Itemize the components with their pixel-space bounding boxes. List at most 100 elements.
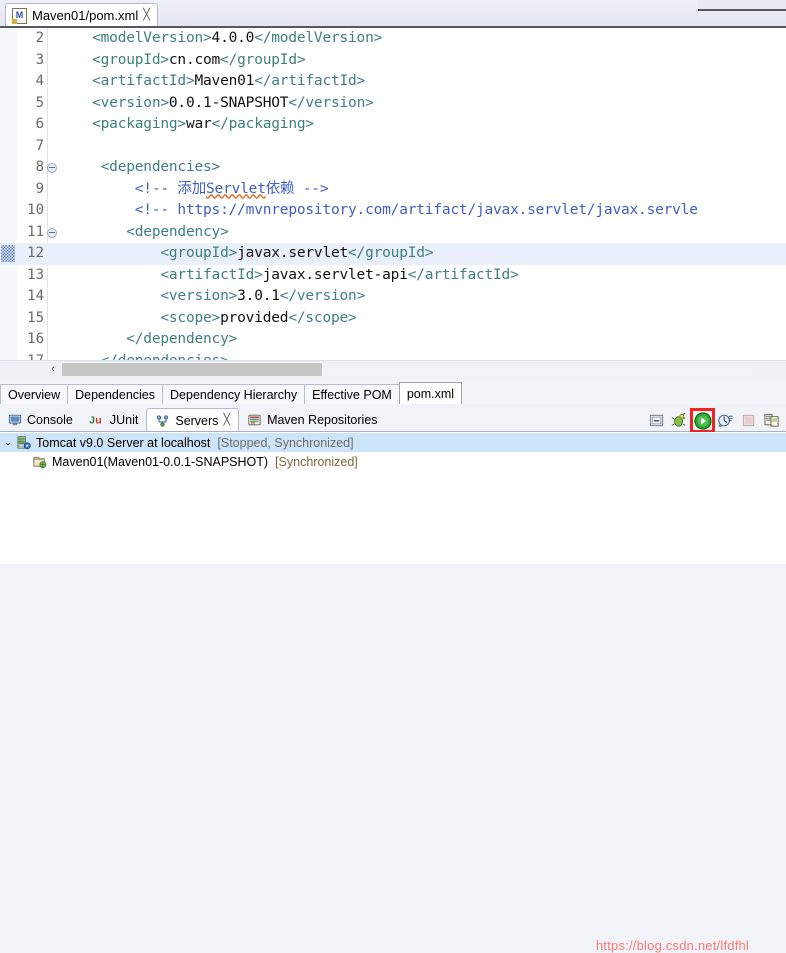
profile-icon[interactable] xyxy=(717,412,734,429)
editor-tab-pom-xml[interactable]: M Maven01/pom.xml ╳ xyxy=(5,3,158,27)
code-line[interactable]: 16 </dependency> xyxy=(0,329,786,351)
line-number: 9 xyxy=(35,180,44,197)
code-text: <packaging>war</packaging> xyxy=(92,116,314,132)
code-text: <groupId>cn.com</groupId> xyxy=(92,51,306,68)
code-line[interactable]: 5 <version>0.0.1-SNAPSHOT</version> xyxy=(0,93,786,115)
code-text: <!-- 添加Servlet依赖 --> xyxy=(134,180,329,197)
debug-icon[interactable] xyxy=(671,412,688,429)
line-number: 11 xyxy=(27,223,44,240)
junit-icon: Ju xyxy=(89,413,105,427)
code-line[interactable]: 14 <version>3.0.1</version> xyxy=(0,286,786,308)
code-line[interactable]: 8 <dependencies> xyxy=(0,157,786,179)
view-tab-label: JUnit xyxy=(109,413,139,427)
page-tab-dependency-hierarchy[interactable]: Dependency Hierarchy xyxy=(162,384,306,404)
code-text: <groupId>javax.servlet</groupId> xyxy=(160,245,434,261)
line-number: 2 xyxy=(35,30,44,46)
code-text: <artifactId>Maven01</artifactId> xyxy=(92,73,366,89)
module-name: Maven01(Maven01-0.0.1-SNAPSHOT) xyxy=(52,454,269,469)
fold-toggle-icon[interactable] xyxy=(47,163,57,173)
line-number: 5 xyxy=(35,94,44,111)
module-icon xyxy=(32,454,47,469)
module-tree-row[interactable]: Maven01(Maven01-0.0.1-SNAPSHOT) [Synchro… xyxy=(0,452,786,471)
svg-text:M: M xyxy=(251,421,255,426)
code-text: <!-- https://mvnrepository.com/artifact/… xyxy=(134,202,698,218)
horizontal-scrollbar[interactable]: ‹ xyxy=(0,360,786,378)
scrollbar-track[interactable] xyxy=(322,363,752,376)
view-tab-label: Servers xyxy=(175,413,219,428)
code-text: <version>3.0.1</version> xyxy=(160,288,366,304)
servers-view[interactable]: ⌄ Tomcat v9.0 Server at localhost [Stopp… xyxy=(0,432,786,564)
close-icon[interactable]: ╳ xyxy=(143,10,150,21)
editor-tab-label: Maven01/pom.xml xyxy=(32,8,139,23)
code-text: </dependencies> xyxy=(58,351,229,361)
stop-icon xyxy=(740,412,757,429)
servers-icon xyxy=(155,414,170,428)
editor-window: M Maven01/pom.xml ╳ 2 <modelVersion>4.0.… xyxy=(0,0,786,404)
code-line[interactable]: 9 <!-- 添加Servlet依赖 --> xyxy=(0,179,786,201)
minimize-icon[interactable] xyxy=(648,412,665,429)
code-line[interactable]: 13 <artifactId>javax.servlet-api</artifa… xyxy=(0,265,786,287)
server-tree-row[interactable]: ⌄ Tomcat v9.0 Server at localhost [Stopp… xyxy=(0,433,786,452)
code-text: <dependency> xyxy=(126,223,229,240)
scrollbar-thumb[interactable] xyxy=(62,363,322,376)
line-number: 3 xyxy=(35,51,44,68)
code-text: <version>0.0.1-SNAPSHOT</version> xyxy=(92,94,374,111)
code-line[interactable]: 2 <modelVersion>4.0.0</modelVersion> xyxy=(0,28,786,50)
view-tab-junit[interactable]: Ju JUnit xyxy=(81,409,146,431)
line-number: 10 xyxy=(27,202,44,218)
line-number: 13 xyxy=(27,266,44,283)
editor-tabstrip-filler xyxy=(698,0,786,11)
view-tab-console[interactable]: Console xyxy=(0,409,81,431)
code-line[interactable]: 12 <groupId>javax.servlet</groupId> xyxy=(0,243,786,265)
page-tab-pom-xml[interactable]: pom.xml xyxy=(398,382,463,404)
line-number: 7 xyxy=(35,137,44,154)
line-number: 15 xyxy=(27,309,44,326)
page-tab-effective-pom[interactable]: Effective POM xyxy=(304,384,400,404)
page-tab-overview[interactable]: Overview xyxy=(0,384,69,404)
view-tab-servers[interactable]: Servers ╳ xyxy=(146,408,240,432)
line-number: 14 xyxy=(27,288,44,304)
occurrence-marker-icon xyxy=(1,245,15,262)
code-line[interactable]: 17 </dependencies> xyxy=(0,351,786,361)
code-lines: 2 <modelVersion>4.0.0</modelVersion> 3 <g… xyxy=(0,28,786,360)
view-tab-maven-repositories[interactable]: M Maven Repositories xyxy=(239,409,385,431)
server-status: [Stopped, Synchronized] xyxy=(217,435,354,450)
code-text: <dependencies> xyxy=(100,159,221,175)
code-text: <artifactId>javax.servlet-api</artifactI… xyxy=(160,266,519,283)
close-icon[interactable]: ╳ xyxy=(223,415,230,426)
code-line[interactable]: 15 <scope>provided</scope> xyxy=(0,308,786,330)
svg-text:u: u xyxy=(95,415,101,427)
line-number: 16 xyxy=(27,331,44,347)
maven-repo-icon: M xyxy=(247,413,262,427)
maven-file-icon: M xyxy=(12,7,27,24)
code-line[interactable]: 3 <groupId>cn.com</groupId> xyxy=(0,50,786,72)
console-icon xyxy=(8,413,22,427)
page-tab-dependencies[interactable]: Dependencies xyxy=(67,384,164,404)
servers-view-toolbar xyxy=(648,407,780,433)
code-text: </dependency> xyxy=(126,331,238,347)
code-line[interactable]: 6 <packaging>war</packaging> xyxy=(0,114,786,136)
code-line[interactable]: 10 <!-- https://mvnrepository.com/artifa… xyxy=(0,200,786,222)
start-icon[interactable] xyxy=(690,407,715,433)
server-name: Tomcat v9.0 Server at localhost xyxy=(36,435,211,450)
code-line[interactable]: 11 <dependency> xyxy=(0,222,786,244)
server-icon xyxy=(16,435,31,450)
code-editor[interactable]: 2 <modelVersion>4.0.0</modelVersion> 3 <g… xyxy=(0,28,786,360)
line-number: 4 xyxy=(35,73,44,89)
editor-tabstrip: M Maven01/pom.xml ╳ xyxy=(0,0,786,28)
expand-twisty-icon[interactable]: ⌄ xyxy=(0,437,16,448)
fold-toggle-icon[interactable] xyxy=(47,227,57,238)
view-tab-label: Console xyxy=(27,413,73,427)
publish-icon[interactable] xyxy=(763,412,780,429)
code-line[interactable]: 4 <artifactId>Maven01</artifactId> xyxy=(0,71,786,93)
svg-text:J: J xyxy=(89,415,95,427)
views-area: Console Ju JUnit Servers ╳ M Maven Repositorie… xyxy=(0,404,786,953)
code-line[interactable]: 7 xyxy=(0,136,786,158)
module-status: [Synchronized] xyxy=(275,454,358,469)
line-number: 6 xyxy=(35,116,44,132)
scroll-left-icon[interactable]: ‹ xyxy=(44,361,62,377)
line-number: 17 xyxy=(0,351,44,361)
editor-page-tabs: Overview Dependencies Dependency Hierarchy… xyxy=(0,381,786,404)
watermark-url: https://blog.csdn.net/lfdfhl xyxy=(596,938,750,953)
code-text: <modelVersion>4.0.0</modelVersion> xyxy=(92,30,383,46)
